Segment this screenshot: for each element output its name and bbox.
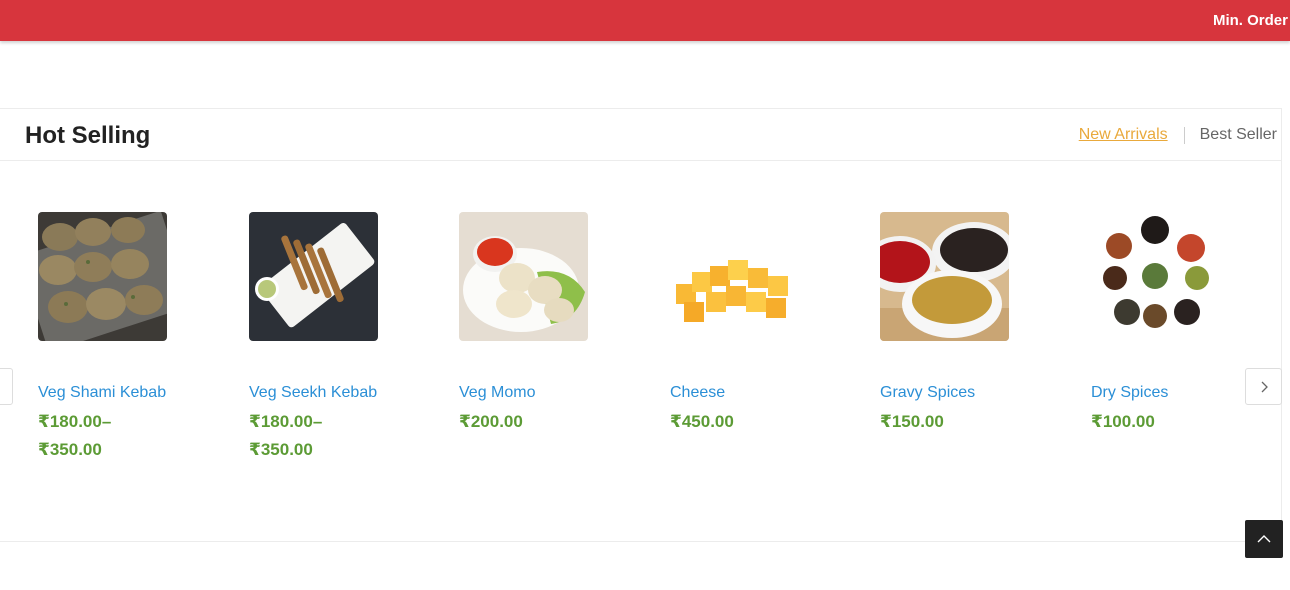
price-max: ₹350.00: [38, 440, 102, 459]
product-price: ₹180.00– ₹350.00: [249, 408, 322, 464]
hot-selling-section: Hot Selling New Arrivals Best Seller Veg…: [0, 108, 1282, 542]
product-price: ₹450.00: [670, 408, 734, 436]
price-min: ₹150.00: [880, 412, 944, 431]
section-header: Hot Selling New Arrivals Best Seller: [0, 109, 1282, 161]
tab-divider: [1183, 126, 1185, 144]
product-price: ₹180.00– ₹350.00: [38, 408, 111, 464]
product-image-veg-shami-kebab[interactable]: [38, 212, 167, 341]
chevron-up-icon: [1257, 535, 1271, 543]
tab-new-arrivals[interactable]: New Arrivals: [1079, 126, 1168, 144]
product-price: ₹150.00: [880, 408, 944, 436]
product-price: ₹100.00: [1091, 408, 1155, 436]
product-name[interactable]: Dry Spices: [1091, 384, 1168, 402]
product-image-dry-spices[interactable]: [1091, 212, 1220, 341]
product-name[interactable]: Cheese: [670, 384, 725, 402]
product-image-veg-seekh-kebab[interactable]: [249, 212, 378, 341]
tab-best-seller[interactable]: Best Seller: [1200, 126, 1277, 144]
price-min: ₹100.00: [1091, 412, 1155, 431]
price-min: ₹180.00–: [249, 412, 323, 431]
chevron-right-icon: [1261, 381, 1268, 392]
product-image-gravy-spices[interactable]: [880, 212, 1009, 341]
product-card[interactable]: Dry Spices ₹100.00: [1091, 212, 1271, 431]
product-name[interactable]: Gravy Spices: [880, 384, 975, 402]
product-card[interactable]: Cheese ₹450.00: [670, 212, 850, 431]
price-min: ₹180.00–: [38, 412, 112, 431]
section-title: Hot Selling: [25, 122, 151, 149]
price-max: ₹350.00: [249, 440, 313, 459]
scroll-to-top-button[interactable]: [1245, 520, 1283, 558]
product-price: ₹200.00: [459, 408, 523, 436]
product-image-cheese[interactable]: [670, 212, 799, 341]
product-name[interactable]: Veg Seekh Kebab: [249, 384, 377, 402]
carousel-next-button[interactable]: [1245, 368, 1282, 405]
product-name[interactable]: Veg Momo: [459, 384, 535, 402]
product-card[interactable]: Gravy Spices ₹150.00: [880, 212, 1060, 431]
product-card[interactable]: Veg Shami Kebab ₹180.00– ₹350.00: [38, 212, 218, 459]
price-min: ₹450.00: [670, 412, 734, 431]
carousel-prev-button[interactable]: [0, 368, 13, 405]
product-image-veg-momo[interactable]: [459, 212, 588, 341]
product-card[interactable]: Veg Seekh Kebab ₹180.00– ₹350.00: [249, 212, 429, 459]
min-order-notice: Min. Order: [1212, 12, 1288, 29]
price-min: ₹200.00: [459, 412, 523, 431]
product-tabs: New Arrivals Best Seller: [1079, 126, 1277, 144]
product-name[interactable]: Veg Shami Kebab: [38, 384, 166, 402]
product-card[interactable]: Veg Momo ₹200.00: [459, 212, 639, 431]
top-announcement-bar: Min. Order: [0, 0, 1290, 41]
